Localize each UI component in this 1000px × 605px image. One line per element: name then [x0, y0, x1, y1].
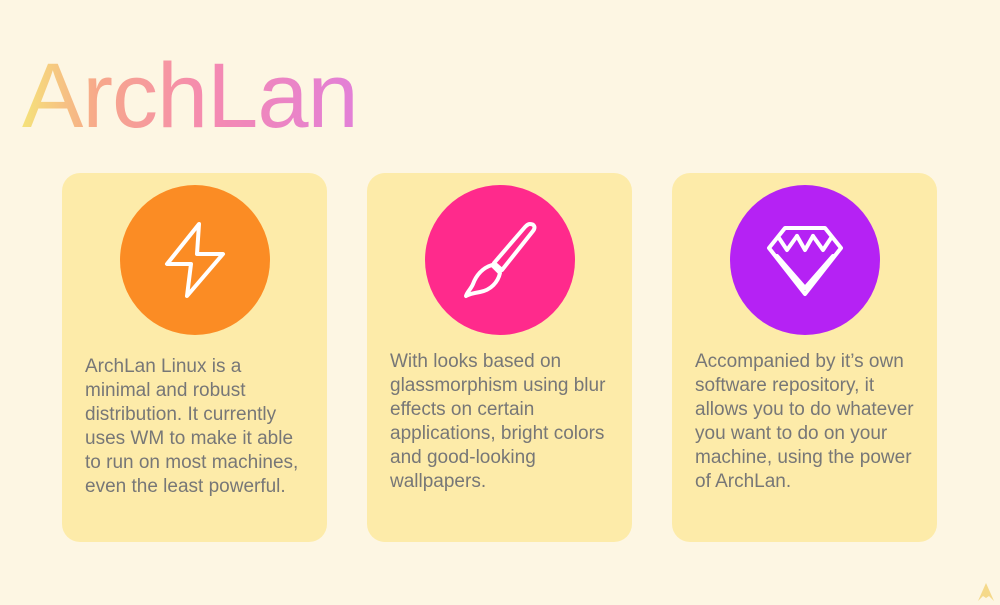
lightning-bolt-icon	[165, 222, 225, 298]
archlan-logo-icon	[978, 583, 994, 601]
design-icon-badge	[425, 185, 575, 335]
feature-card-software: Accompanied by it’s own software reposit…	[672, 173, 937, 542]
performance-icon-badge	[120, 185, 270, 335]
gem-icon	[767, 226, 843, 296]
page-title: ArchLan	[22, 45, 359, 147]
feature-card-design: With looks based on glassmorphism using …	[367, 173, 632, 542]
feature-card-performance: ArchLan Linux is a minimal and robust di…	[62, 173, 327, 542]
design-description: With looks based on glassmorphism using …	[390, 351, 606, 492]
software-icon-badge	[730, 185, 880, 335]
software-description: Accompanied by it’s own software reposit…	[695, 351, 914, 492]
performance-description: ArchLan Linux is a minimal and robust di…	[85, 356, 299, 497]
paintbrush-icon	[464, 222, 537, 298]
